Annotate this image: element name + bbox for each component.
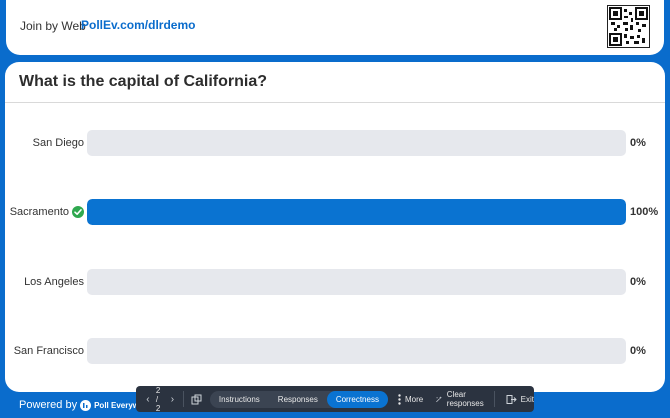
poll-card: What is the capital of California? San D… xyxy=(5,62,665,392)
option-row: Sacramento 100% xyxy=(5,199,665,225)
poll-question: What is the capital of California? xyxy=(19,73,268,90)
more-vertical-icon xyxy=(398,393,401,405)
qr-code-icon xyxy=(607,5,650,48)
tab-correctness[interactable]: Correctness xyxy=(326,390,388,408)
correct-check-icon xyxy=(72,206,84,218)
option-bar-track xyxy=(87,130,626,156)
page-indicator: 2 / 2 xyxy=(155,385,161,413)
option-row: San Francisco 0% xyxy=(5,338,665,364)
option-percent: 0% xyxy=(630,345,646,357)
exit-label: Exit xyxy=(520,394,534,404)
more-button[interactable]: More xyxy=(398,393,424,405)
toolbar-divider xyxy=(494,391,495,407)
option-row: Los Angeles 0% xyxy=(5,269,665,295)
previous-arrow-icon[interactable]: ‹ xyxy=(144,394,152,405)
toolbar-divider xyxy=(183,391,184,407)
copy-icon[interactable] xyxy=(191,394,202,405)
exit-button[interactable]: Exit xyxy=(506,394,534,405)
presenter-toolbar: ‹ 2 / 2 › Instructions Responses Correct… xyxy=(136,385,534,413)
clear-responses-button[interactable]: Clear responses xyxy=(435,390,487,408)
header-bar: Join by Web PollEv.com/dlrdemo xyxy=(6,0,664,55)
option-row: San Diego 0% xyxy=(5,130,665,156)
option-bar-track xyxy=(87,269,626,295)
divider xyxy=(5,102,665,103)
more-label: More xyxy=(404,394,424,404)
option-bar-fill xyxy=(87,199,626,225)
option-percent: 0% xyxy=(630,276,646,288)
option-bar-track xyxy=(87,338,626,364)
option-percent: 0% xyxy=(630,137,646,149)
tab-responses[interactable]: Responses xyxy=(269,391,327,408)
sparkle-clear-icon xyxy=(436,395,443,402)
option-label: San Francisco xyxy=(13,345,84,357)
option-percent: 100% xyxy=(630,206,659,218)
exit-icon xyxy=(506,394,517,404)
join-label: Join by Web xyxy=(20,19,86,33)
option-label: Los Angeles xyxy=(24,276,84,288)
join-url-link[interactable]: PollEv.com/dlrdemo xyxy=(81,18,195,32)
option-bar-track xyxy=(87,199,626,225)
poll-everywhere-logo-icon xyxy=(80,399,92,411)
view-mode-segmented: Instructions Responses Correctness xyxy=(209,390,388,408)
option-label: Sacramento xyxy=(10,199,84,225)
next-arrow-icon[interactable]: › xyxy=(169,394,177,405)
tab-instructions[interactable]: Instructions xyxy=(210,391,269,408)
powered-by-label: Powered by xyxy=(19,399,78,411)
option-label: San Diego xyxy=(32,137,84,149)
clear-responses-label: Clear responses xyxy=(446,390,484,408)
